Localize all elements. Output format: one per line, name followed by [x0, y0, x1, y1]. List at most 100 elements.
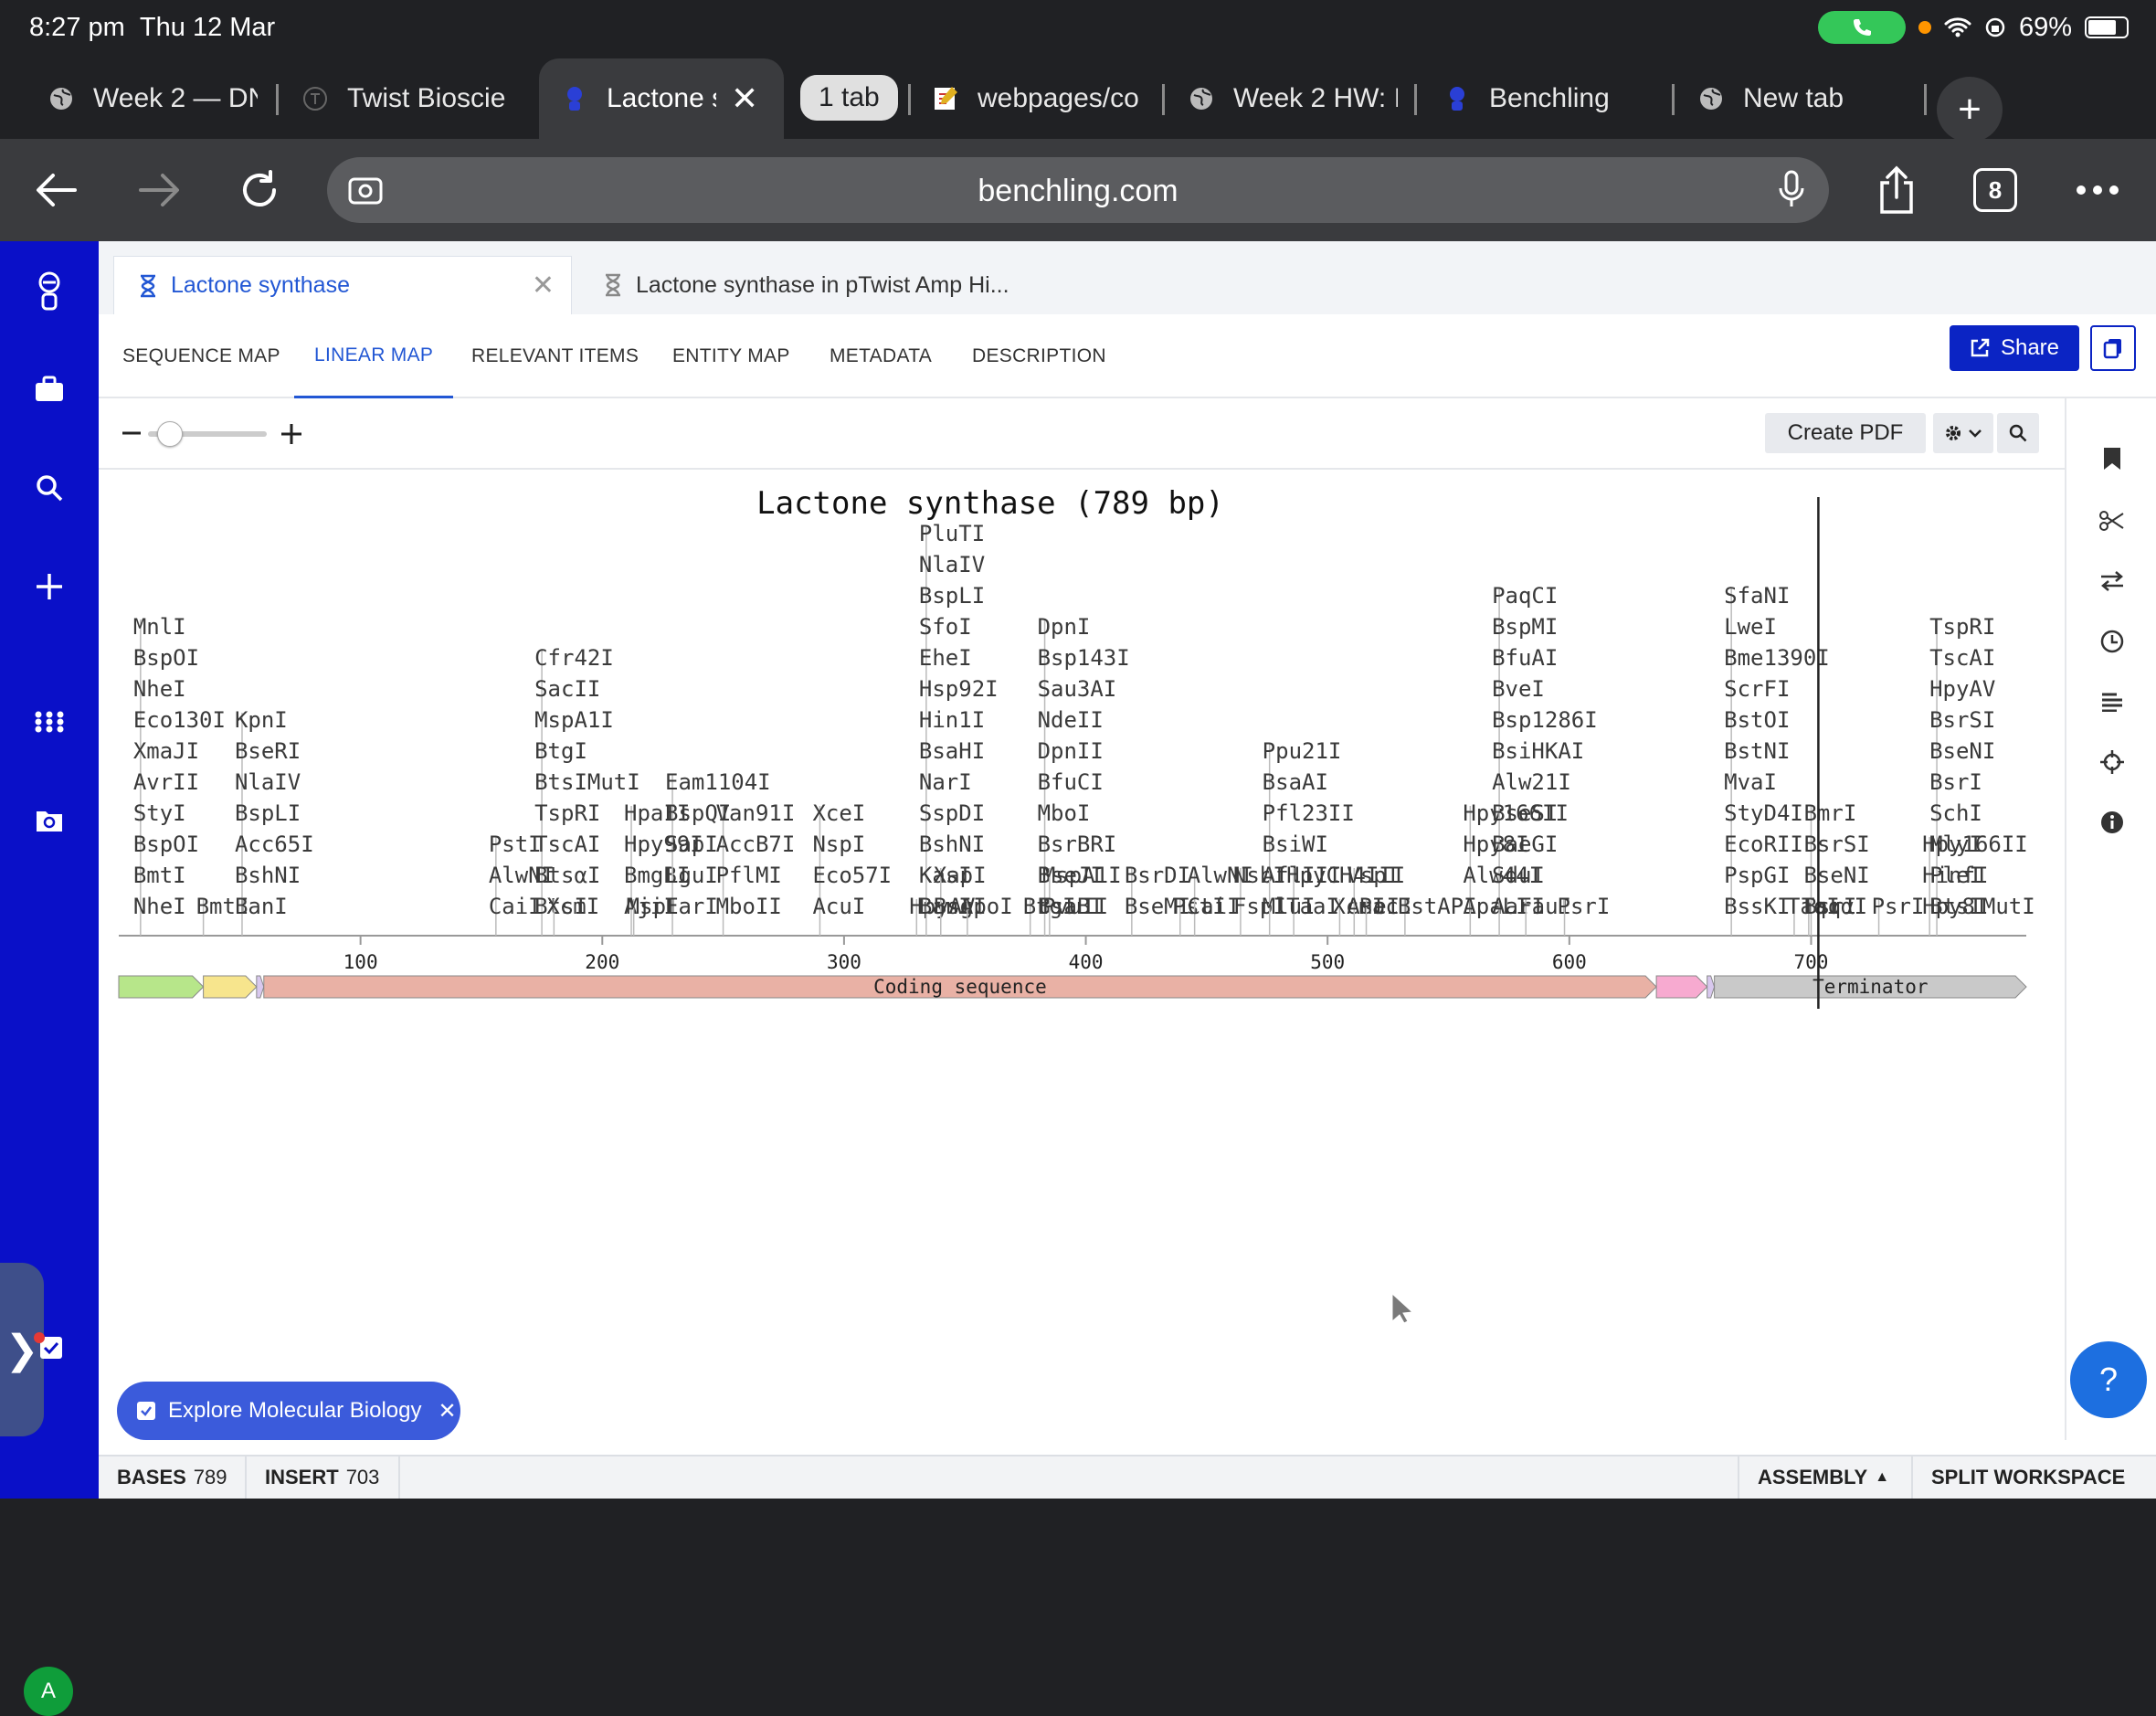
split-workspace-button[interactable]: SPLIT WORKSPACE	[1913, 1456, 2156, 1499]
zoom-in-icon[interactable]	[280, 422, 303, 450]
wifi-icon	[1944, 17, 1971, 37]
explore-molecular-biology-pill[interactable]: Explore Molecular Biology ✕	[117, 1382, 460, 1440]
enzyme-label: SduI	[1492, 863, 1545, 888]
user-avatar[interactable]: A	[24, 1667, 73, 1716]
forward-button[interactable]	[133, 164, 185, 216]
chevron-down-icon	[1969, 429, 1982, 438]
sync-folder-icon[interactable]	[22, 793, 77, 848]
new-tab-button[interactable]: +	[1937, 77, 2003, 143]
enzyme-label: BsrDI	[1125, 863, 1190, 888]
text-align-icon[interactable]	[2090, 680, 2134, 724]
search-icon	[2009, 424, 2027, 442]
tab-sequence-map[interactable]: SEQUENCE MAP	[122, 314, 280, 398]
enzyme-label: XapI	[934, 863, 987, 888]
browser-tab[interactable]: Week 2 HW: I	[1188, 58, 1398, 139]
create-pdf-button[interactable]: Create PDF	[1765, 413, 1926, 453]
doc-tab[interactable]: Lactone synthase in pTwist Amp Hi...	[590, 256, 1065, 314]
close-tab-icon[interactable]: ✕	[731, 79, 758, 118]
enzyme-label: PsrI	[1872, 894, 1925, 919]
bases-count: BASES 789	[99, 1456, 247, 1499]
tab-description[interactable]: DESCRIPTION	[972, 314, 1106, 398]
enzyme-label: BtsαI	[534, 863, 600, 888]
zoom-slider-knob[interactable]	[157, 421, 184, 447]
share-button[interactable]: Share	[1950, 325, 2079, 371]
enzyme-label: NlaIV	[235, 769, 301, 795]
enzyme-label: XceI	[812, 800, 865, 826]
bookmark-icon[interactable]	[2090, 437, 2134, 481]
help-button[interactable]: ?	[2070, 1341, 2147, 1418]
add-icon[interactable]	[22, 559, 77, 614]
close-pill-icon[interactable]: ✕	[438, 1398, 456, 1425]
tab-entity-map[interactable]: ENTITY MAP	[672, 314, 790, 398]
linear-map[interactable]: Lactone synthase (789 bp) 100 200 300 400 500…	[99, 471, 2065, 1440]
browser-tab-active[interactable]: Lactone s ✕	[539, 58, 784, 139]
tab-linear-map[interactable]: LINEAR MAP	[294, 314, 454, 398]
enzyme-label: PvuII	[1042, 894, 1108, 919]
zoom-out-icon[interactable]	[121, 422, 143, 449]
address-bar[interactable]: benchling.com	[327, 157, 1829, 223]
browser-tab[interactable]: webpages/co	[932, 58, 1147, 139]
close-doc-tab-icon[interactable]: ✕	[532, 270, 555, 302]
reload-button[interactable]	[234, 164, 285, 216]
enzyme-label: BmrI	[1803, 800, 1856, 826]
status-footer: BASES 789 INSERT 703 ASSEMBLY ▲ SPLIT WORKS…	[99, 1455, 2156, 1499]
enzyme-label: BanI	[235, 894, 288, 919]
more-menu-icon[interactable]	[2072, 164, 2123, 216]
enzyme-label: Bsp1286I	[1492, 707, 1598, 733]
target-icon[interactable]	[2090, 740, 2134, 784]
assembly-menu[interactable]: ASSEMBLY ▲	[1738, 1456, 1913, 1499]
linear-map-svg[interactable]: Lactone synthase (789 bp) 100 200 300 400 500…	[99, 471, 2065, 1440]
apps-grid-icon[interactable]	[22, 694, 77, 749]
enzyme-label: PluTI	[919, 521, 985, 546]
scissors-icon[interactable]	[2090, 499, 2134, 543]
copy-button[interactable]	[2090, 325, 2136, 371]
enzyme-label: PspGI	[1724, 863, 1790, 888]
enzyme-label: XcmI	[546, 894, 599, 919]
tasks-notification-icon[interactable]	[22, 1319, 77, 1374]
browser-tab[interactable]: Benchling	[1443, 58, 1672, 139]
briefcase-icon[interactable]	[22, 362, 77, 417]
map-search-button[interactable]	[1997, 413, 2039, 453]
axis-tick-label: 500	[1310, 951, 1345, 973]
globe-icon	[1697, 85, 1725, 112]
enzyme-label: MspA1I	[534, 707, 614, 733]
tab-metadata[interactable]: METADATA	[830, 314, 932, 398]
enzyme-label: NdeII	[1038, 707, 1104, 733]
settings-dropdown-button[interactable]	[1933, 413, 1993, 453]
swap-arrows-icon[interactable]	[2090, 559, 2134, 603]
share-page-button[interactable]	[1871, 164, 1922, 216]
browser-tab[interactable]: Week 2 — DN	[48, 58, 258, 139]
enzyme-label: KpnI	[235, 707, 288, 733]
zoom-slider[interactable]	[148, 421, 267, 447]
search-icon[interactable]	[22, 461, 77, 515]
notepad-icon	[932, 85, 959, 112]
browser-tab[interactable]: Twist Bioscie	[301, 58, 512, 139]
tab-count-button[interactable]: 8	[1973, 168, 2017, 212]
enzyme-label: NarI	[919, 769, 972, 795]
enzyme-label: LweI	[1724, 614, 1777, 640]
browser-tab[interactable]: New tab	[1697, 58, 1908, 139]
axis-tick-label: 200	[585, 951, 619, 973]
enzyme-label: Pfl23II	[1263, 800, 1355, 826]
document-tabs: Lactone synthase ✕ Lactone synthase in p…	[99, 241, 2156, 314]
back-button[interactable]	[31, 164, 82, 216]
external-link-icon	[1971, 338, 1990, 357]
tab-relevant-items[interactable]: RELEVANT ITEMS	[471, 314, 639, 398]
call-indicator[interactable]	[1817, 11, 1906, 44]
tab-separator	[1672, 84, 1675, 115]
enzyme-label: MnlI	[133, 614, 186, 640]
globe-icon	[1188, 85, 1215, 112]
info-icon[interactable]	[2090, 800, 2134, 844]
enzyme-label: EcoRII	[1724, 832, 1803, 857]
microphone-icon[interactable]	[1778, 170, 1805, 215]
enzyme-label: BspOI	[133, 645, 199, 671]
enzyme-label: MboII	[716, 894, 782, 919]
doc-tab-active[interactable]: Lactone synthase ✕	[113, 256, 572, 314]
history-clock-icon[interactable]	[2090, 620, 2134, 663]
tab-separator	[908, 84, 911, 115]
enzyme-label: Eco57I	[812, 863, 892, 888]
tab-group-pill[interactable]: 1 tab	[800, 75, 898, 121]
benchling-logo-icon[interactable]	[22, 265, 77, 320]
benchling-app: Lactone synthase ✕ Lactone synthase in p…	[99, 241, 2156, 1499]
enzyme-label: BtsIMutI	[1929, 894, 2035, 919]
